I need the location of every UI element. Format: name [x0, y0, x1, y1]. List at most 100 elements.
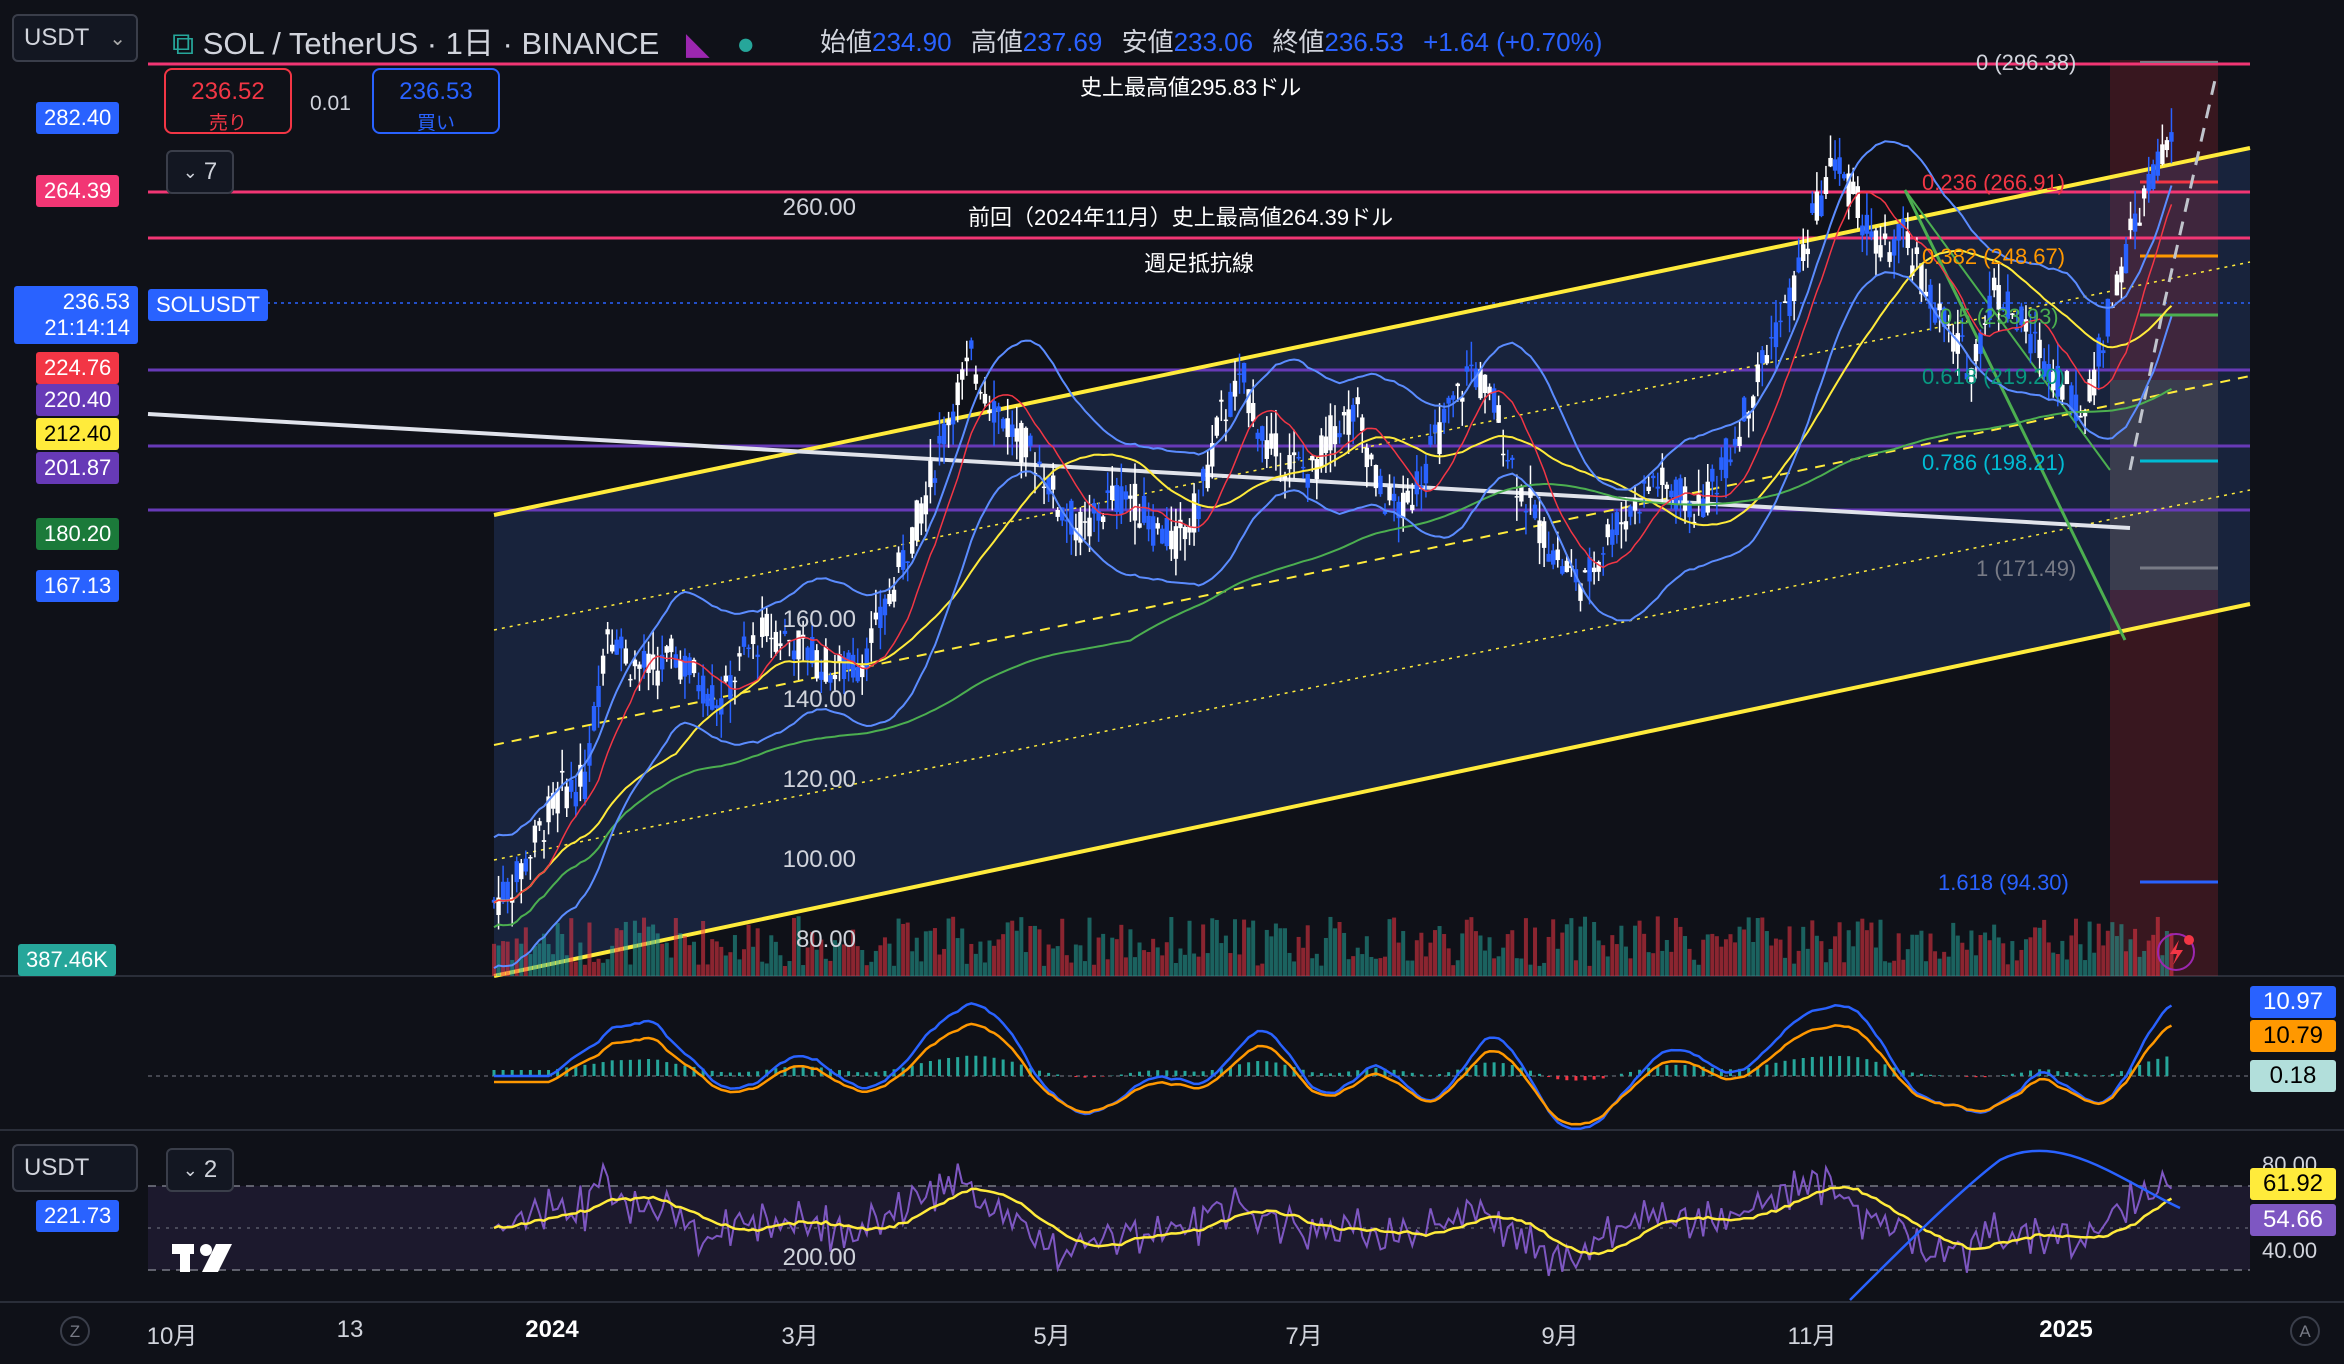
volume-bar	[1633, 925, 1638, 976]
candle-body	[1560, 566, 1565, 574]
candle-body	[914, 500, 919, 541]
volume-bar	[1937, 958, 1942, 976]
macd-hist-bar	[1010, 1061, 1014, 1076]
volume-bar	[1542, 962, 1547, 976]
candle-body	[1350, 404, 1356, 422]
macd-hist-bar	[1674, 1064, 1678, 1076]
volume-bar	[560, 933, 565, 976]
candle-body	[2087, 379, 2092, 402]
volume-bar	[537, 943, 542, 976]
macd-hist-bar	[2001, 1074, 2005, 1076]
volume-bar	[1264, 929, 1269, 976]
volume-bar	[1032, 925, 1037, 976]
volume-bar	[528, 954, 533, 976]
volume-bar	[632, 920, 637, 976]
volume-bar	[532, 945, 537, 976]
symbol-icon: ⧉	[172, 26, 203, 61]
volume-bar	[2151, 934, 2156, 976]
macd-hist-bar	[647, 1058, 651, 1076]
volume-bar	[1228, 953, 1233, 976]
log-scale-button[interactable]: A	[2290, 1316, 2320, 1346]
macd-hist-bar	[592, 1063, 596, 1076]
candle-body	[1264, 440, 1270, 459]
volume-bar	[1587, 965, 1592, 976]
rsi-currency-select[interactable]: USDT	[12, 1144, 138, 1192]
indicator-toggle-button[interactable]: ⌄ 7	[166, 150, 234, 194]
candle-body	[1628, 506, 1633, 517]
volume-bar	[823, 958, 828, 976]
volume-bar	[1778, 939, 1783, 976]
macd-hist-bar	[1492, 1062, 1496, 1076]
candle-body	[1482, 374, 1488, 394]
volume-bar	[1292, 961, 1297, 976]
candle-body	[1232, 380, 1238, 397]
volume-bar	[2083, 960, 2088, 976]
volume-bar	[1751, 941, 1756, 976]
candle-body	[1864, 214, 1870, 234]
volume-bar	[664, 942, 669, 976]
volume-bar	[787, 961, 792, 976]
candle-body	[1801, 244, 1806, 261]
macd-hist-bar	[947, 1057, 951, 1076]
volume-bar	[932, 928, 937, 976]
candle-body	[1296, 456, 1301, 459]
candle-body	[609, 644, 615, 652]
chevron-down-icon: ⌄	[182, 161, 198, 182]
volume-bar	[1955, 935, 1960, 976]
flag-icon[interactable]: ◣	[686, 26, 710, 61]
currency-select[interactable]: USDT ⌄	[12, 14, 138, 62]
volume-bar	[1623, 946, 1628, 976]
macd-hist-bar	[1783, 1060, 1787, 1076]
candle-body	[896, 552, 901, 568]
volume-bar	[1028, 926, 1033, 976]
auto-scale-button[interactable]: Z	[60, 1316, 90, 1346]
macd-hist-bar	[1483, 1062, 1487, 1076]
macd-hist-bar	[2119, 1071, 2123, 1076]
candle-body	[1010, 424, 1015, 437]
volume-bar	[1964, 949, 1969, 976]
rsi-price-tag: 221.73	[36, 1200, 120, 1232]
candle-body	[2091, 369, 2097, 396]
macd-hist-bar	[1256, 1061, 1260, 1076]
candle-body	[1160, 528, 1165, 544]
volume-bar	[1137, 942, 1142, 976]
symbol-title[interactable]: ⧉ SOL / TetherUS · 1日 · BINANCE ◣ ●	[172, 18, 755, 63]
volume-bar	[1187, 920, 1192, 976]
macd-hist-bar	[728, 1072, 732, 1076]
candle-body	[1446, 397, 1451, 404]
sell-button[interactable]: 236.52 売り	[164, 68, 292, 134]
rsi-indicator-toggle[interactable]: ⌄ 2	[166, 1148, 234, 1192]
volume-bar	[1673, 917, 1678, 976]
volume-bar	[1051, 948, 1056, 976]
y-tick: 160.00	[782, 606, 856, 633]
macd-hist-bar	[1083, 1076, 1087, 1078]
low-label: 安値	[1121, 27, 1174, 57]
candle-body	[1273, 433, 1279, 457]
x-tick: 2024	[525, 1316, 579, 1343]
candle-body	[950, 411, 956, 425]
candle-body	[778, 643, 783, 647]
volume-bar	[582, 964, 587, 976]
candle-body	[941, 423, 947, 445]
x-tick: 3月	[781, 1323, 819, 1350]
candle-body	[1223, 419, 1229, 422]
candle-body	[1023, 427, 1029, 458]
volume-bar	[2092, 952, 2097, 976]
macd-hist-bar	[2165, 1056, 2169, 1076]
candle-body	[1651, 475, 1656, 479]
market-status-icon: ●	[736, 26, 756, 61]
volume-bar	[1287, 952, 1292, 976]
volume-bar	[1501, 947, 1506, 976]
macd-hist-bar	[965, 1055, 969, 1076]
volume-bar	[1082, 961, 1087, 976]
volume-bar	[1005, 922, 1010, 976]
macd-hist-bar	[1247, 1062, 1251, 1076]
volume-bar	[1473, 931, 1478, 976]
volume-bar	[1719, 946, 1724, 976]
candle-body	[1146, 515, 1151, 530]
buy-button[interactable]: 236.53 買い	[372, 68, 500, 134]
candle-body	[1587, 557, 1592, 582]
volume-bar	[1314, 953, 1319, 976]
rsi-y-tick: 200.00	[782, 1244, 856, 1271]
volume-bar	[1182, 954, 1187, 976]
